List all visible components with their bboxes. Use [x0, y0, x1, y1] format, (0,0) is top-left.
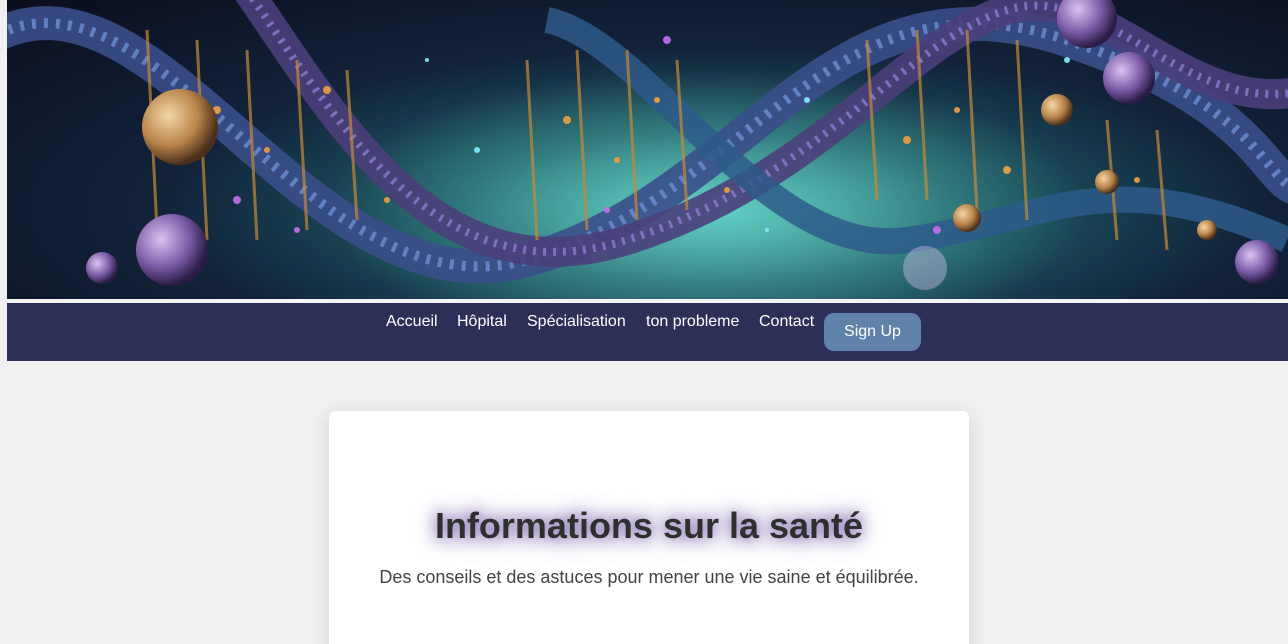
top-navbar: Accueil Hôpital Spécialisation ton probl… — [7, 303, 1288, 361]
card-title: Informations sur la santé — [434, 505, 864, 546]
card-subtitle: Des conseils et des astuces pour mener u… — [379, 567, 919, 587]
nav-link-hopital[interactable]: Hôpital — [457, 313, 507, 331]
health-info-card: Informations sur la santé Des conseils e… — [329, 411, 969, 644]
sign-up-button[interactable]: Sign Up — [824, 313, 921, 351]
dna-helix-illustration — [7, 0, 1288, 299]
dna-banner-image — [7, 0, 1288, 299]
nav-link-accueil[interactable]: Accueil — [386, 313, 438, 331]
nav-link-ton-probleme[interactable]: ton probleme — [646, 313, 739, 331]
page: Accueil Hôpital Spécialisation ton probl… — [0, 0, 1288, 644]
nav-link-contact[interactable]: Contact — [759, 313, 814, 331]
nav-link-specialisation[interactable]: Spécialisation — [527, 313, 626, 331]
